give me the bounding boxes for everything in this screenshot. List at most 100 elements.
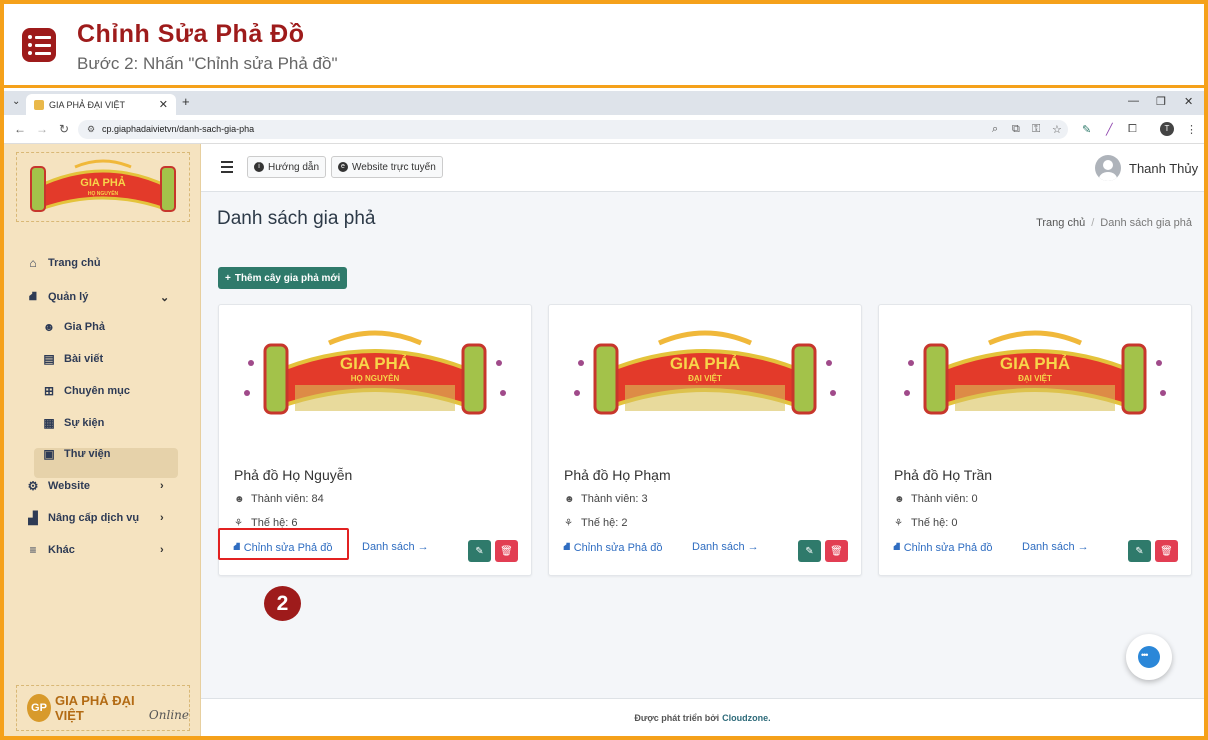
- breadcrumb: Trang chủ / Danh sách gia phả: [1036, 217, 1192, 229]
- new-tab-icon[interactable]: +: [182, 94, 190, 109]
- sidebar: GIA PHẢ HỌ NGUYỄN ⌂ Trang chủ ⛘ Quản lý …: [4, 144, 201, 736]
- back-icon[interactable]: ←: [14, 122, 26, 136]
- delete-button[interactable]: 🗑: [495, 540, 518, 562]
- zoom-icon[interactable]: ⌕: [992, 123, 998, 136]
- install-app-icon[interactable]: ⧉: [1012, 123, 1020, 136]
- step-highlight-box: [218, 528, 349, 560]
- newspaper-icon: ▤: [43, 352, 55, 366]
- close-tab-icon[interactable]: ✕: [159, 98, 168, 111]
- arrow-right-icon: →: [417, 541, 429, 553]
- address-bar-row: ← → ↻ ⚙ cp.giaphadaivietvn/danh-sach-gia…: [4, 115, 1204, 144]
- gp-badge-icon: GP: [27, 694, 51, 722]
- banner-title: GIA PHẢ: [1000, 354, 1070, 373]
- banner-title: GIA PHẢ: [340, 354, 410, 373]
- browser-menu-icon[interactable]: ⋮: [1186, 123, 1197, 136]
- grid-icon: ⊞: [43, 384, 55, 398]
- window-close-icon[interactable]: ✕: [1184, 95, 1193, 108]
- tab-title: GIA PHẢ ĐẠI VIỆT: [49, 99, 126, 110]
- delete-button[interactable]: 🗑: [1155, 540, 1178, 562]
- website-label: Website trực tuyến: [352, 161, 436, 173]
- edit-button[interactable]: ✎: [1128, 540, 1151, 562]
- sidebar-item-website[interactable]: ⚙ Website ›: [26, 479, 164, 493]
- calendar-icon: ▦: [43, 416, 55, 430]
- browser-tab[interactable]: GIA PHẢ ĐẠI VIỆT ✕: [26, 94, 176, 115]
- trash-icon: 🗑: [1160, 545, 1173, 557]
- reload-icon[interactable]: ↻: [59, 122, 69, 136]
- site-info-icon[interactable]: ⚙: [87, 120, 95, 139]
- trash-icon: 🗑: [500, 545, 513, 557]
- arrow-right-icon: →: [747, 541, 759, 553]
- edit-button[interactable]: ✎: [798, 540, 821, 562]
- tutorial-title: Chỉnh Sửa Phả Đồ: [77, 20, 305, 48]
- guide-label: Hướng dẫn: [268, 161, 320, 173]
- extensions-puzzle-icon[interactable]: ⧠: [1128, 123, 1137, 136]
- sitemap-icon: ⛘: [28, 289, 38, 303]
- card-title: Phả đồ Họ Nguyễn: [234, 467, 353, 483]
- list-link[interactable]: Danh sách →: [1022, 541, 1089, 553]
- breadcrumb-home-link[interactable]: Trang chủ: [1036, 217, 1085, 229]
- sidebar-item-label: Khác: [48, 544, 75, 556]
- website-button[interactable]: e Website trực tuyến: [331, 156, 443, 178]
- seedling-icon: ⚘: [894, 517, 903, 529]
- card-generations: ⚘ Thế hệ: 2: [564, 517, 628, 529]
- tutorial-header: Chỉnh Sửa Phả Đồ Bước 2: Nhấn "Chỉnh sửa…: [4, 4, 1204, 88]
- bookmark-star-icon[interactable]: ☆: [1052, 123, 1062, 136]
- sidebar-item-posts[interactable]: ▤ Bài viết: [42, 352, 103, 366]
- minimize-icon[interactable]: —: [1128, 95, 1139, 107]
- url-input[interactable]: ⚙ cp.giaphadaivietvn/danh-sach-gia-pha: [78, 120, 1068, 139]
- sidebar-item-home[interactable]: ⌂ Trang chủ: [26, 256, 100, 270]
- sidebar-item-events[interactable]: ▦ Sự kiện: [42, 416, 104, 430]
- footer-brand-link[interactable]: Cloudzone.: [722, 713, 771, 723]
- edit-tree-link[interactable]: ⛘ Chỉnh sửa Phả đồ: [893, 541, 992, 555]
- profile-avatar[interactable]: T: [1160, 122, 1174, 136]
- forward-icon[interactable]: →: [36, 122, 48, 136]
- hamburger-icon[interactable]: [221, 161, 233, 176]
- sidebar-item-library[interactable]: ▣ Thư viện: [42, 447, 110, 461]
- pen-extension-icon[interactable]: ╱: [1106, 123, 1113, 136]
- user-menu[interactable]: Thanh Thủy: [1095, 155, 1198, 181]
- extension-icon[interactable]: ✎: [1082, 123, 1091, 136]
- add-family-tree-button[interactable]: + Thêm cây gia phả mới: [218, 267, 348, 289]
- seedling-icon: ⚘: [234, 517, 243, 529]
- users-icon: ☻: [894, 493, 905, 505]
- sidebar-logo[interactable]: GIA PHẢ HỌ NGUYỄN: [16, 152, 190, 222]
- list-icon: [22, 28, 56, 62]
- delete-button[interactable]: 🗑: [825, 540, 848, 562]
- browser-tab-bar: ⌄ GIA PHẢ ĐẠI VIỆT ✕ +: [4, 91, 1204, 115]
- logo-subtitle: HỌ NGUYỄN: [88, 190, 119, 197]
- guide-button[interactable]: i Hướng dẫn: [247, 156, 327, 178]
- menu-icon: ≡: [29, 543, 37, 557]
- arrow-right-icon: →: [1077, 541, 1089, 553]
- sidebar-item-upgrade[interactable]: ▟ Nâng cấp dịch vụ ›: [26, 511, 163, 525]
- chart-icon: ▟: [28, 511, 38, 525]
- banner-subtitle: ĐẠI VIỆT: [688, 374, 722, 383]
- sidebar-item-other[interactable]: ≡ Khác ›: [26, 543, 163, 557]
- sidebar-item-label: Sự kiện: [64, 417, 105, 429]
- chat-bubble-icon: [1138, 646, 1160, 668]
- support-chat-button[interactable]: [1126, 634, 1172, 680]
- trash-icon: 🗑: [830, 545, 843, 557]
- edit-icon: ✎: [1135, 545, 1144, 557]
- list-link[interactable]: Danh sách →: [692, 541, 759, 553]
- sidebar-item-gia-pha[interactable]: ☻ Gia Phả: [42, 320, 105, 334]
- seedling-icon: ⚘: [564, 517, 573, 529]
- list-link[interactable]: Danh sách →: [362, 541, 429, 553]
- tab-search-chevron-icon[interactable]: ⌄: [12, 96, 20, 107]
- chevron-down-icon: ⌄: [160, 291, 170, 304]
- tutorial-frame: Chỉnh Sửa Phả Đồ Bước 2: Nhấn "Chỉnh sửa…: [4, 4, 1204, 736]
- chevron-right-icon: ›: [160, 480, 164, 492]
- maximize-icon[interactable]: ❐: [1156, 95, 1166, 108]
- sitemap-icon: ⛘: [563, 541, 571, 553]
- breadcrumb-current: Danh sách gia phả: [1100, 217, 1192, 229]
- sidebar-item-manage[interactable]: ⛘ Quản lý ⌄: [26, 289, 169, 305]
- edit-tree-link[interactable]: ⛘ Chỉnh sửa Phả đồ: [563, 541, 662, 555]
- page-footer: Được phát triển bởi Cloudzone.: [201, 698, 1204, 736]
- banner-image: GIA PHẢ HỌ NGUYỄN: [244, 330, 506, 415]
- sidebar-item-label: Nâng cấp dịch vụ: [48, 512, 140, 524]
- edit-button[interactable]: ✎: [468, 540, 491, 562]
- sidebar-item-categories[interactable]: ⊞ Chuyên mục: [42, 384, 130, 398]
- password-key-icon[interactable]: ⚿: [1032, 123, 1040, 136]
- top-navbar: i Hướng dẫn e Website trực tuyến Thanh T…: [201, 144, 1204, 192]
- users-icon: ☻: [42, 320, 56, 334]
- footer-logo-text: GIA PHẢ ĐẠI VIỆT: [54, 693, 135, 723]
